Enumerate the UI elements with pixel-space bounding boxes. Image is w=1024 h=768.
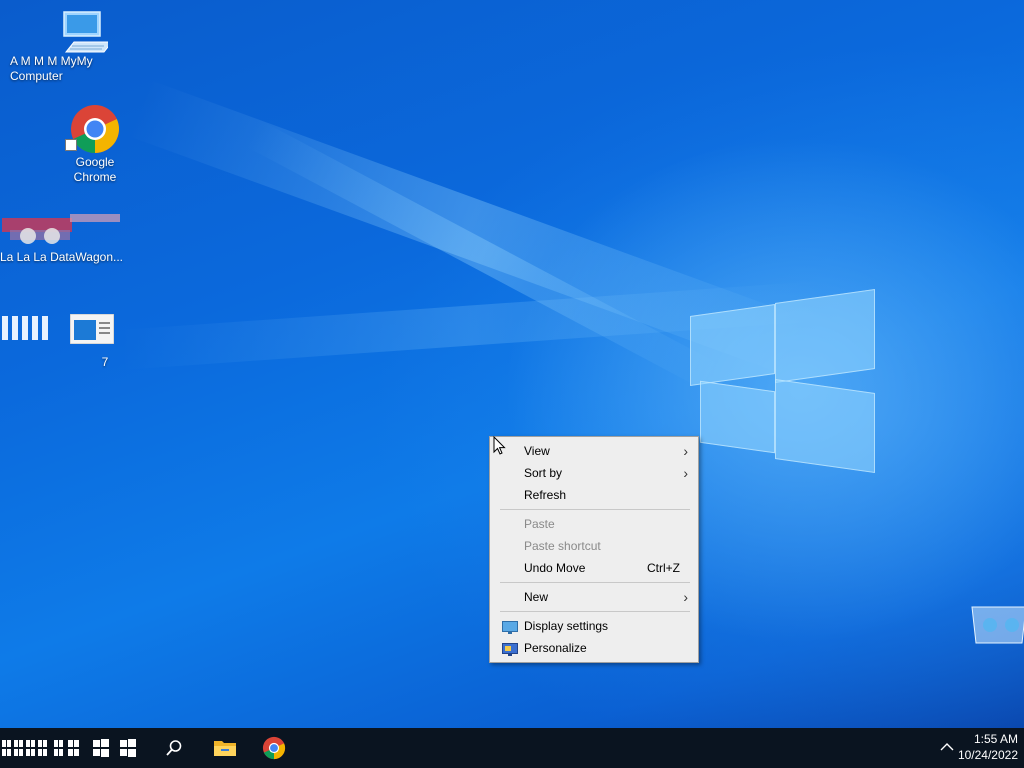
menu-item-view[interactable]: View ›	[490, 440, 698, 462]
icon-glyph-fragments	[0, 314, 56, 342]
icon-label: 7	[101, 355, 109, 369]
clock-time: 1:55 AM	[973, 732, 1018, 746]
icon-label-line1: Google	[75, 155, 115, 169]
monitor-icon	[502, 619, 518, 634]
recycle-bin-icon[interactable]	[966, 603, 1024, 645]
start-button[interactable]	[0, 728, 140, 768]
windows-logo	[680, 288, 910, 483]
taskbar: 1:55 AM 10/24/2022	[0, 728, 1024, 768]
menu-item-label: Undo Move	[524, 561, 586, 575]
personalize-icon	[502, 641, 518, 656]
menu-item-paste-shortcut: Paste shortcut	[490, 535, 698, 557]
chrome-icon	[65, 103, 121, 155]
shortcut-arrow-icon	[65, 139, 77, 151]
mouse-cursor-icon	[493, 435, 507, 456]
search-button[interactable]	[160, 728, 188, 768]
icon-label: DataWagon...	[50, 250, 123, 264]
search-icon	[166, 740, 182, 756]
chevron-right-icon: ›	[683, 465, 688, 481]
menu-item-label: Paste shortcut	[524, 539, 601, 553]
system-clock[interactable]: 1:55 AM 10/24/2022	[958, 731, 1018, 763]
chrome-taskbar-button[interactable]	[259, 728, 289, 768]
window-app-icon	[69, 313, 115, 345]
chevron-right-icon: ›	[683, 589, 688, 605]
menu-item-display-settings[interactable]: Display settings	[490, 615, 698, 637]
chrome-icon	[262, 736, 286, 760]
menu-separator	[500, 582, 690, 583]
desktop-context-menu: View › Sort by › Refresh Paste Paste sho…	[489, 436, 699, 663]
menu-item-shortcut: Ctrl+Z	[647, 561, 680, 575]
menu-item-paste: Paste	[490, 513, 698, 535]
menu-separator	[500, 611, 690, 612]
menu-item-refresh[interactable]: Refresh	[490, 484, 698, 506]
file-explorer-button[interactable]	[210, 728, 240, 768]
menu-separator	[500, 509, 690, 510]
menu-item-label: New	[524, 590, 549, 604]
menu-item-label: Refresh	[524, 488, 567, 502]
icon-label-prefix: La La La	[0, 250, 47, 264]
menu-item-label: Personalize	[524, 641, 587, 655]
menu-item-label: Sort by	[524, 466, 563, 480]
menu-item-label: Paste	[524, 517, 555, 531]
menu-item-undo-move[interactable]: Undo Move Ctrl+Z	[490, 557, 698, 579]
computer-icon	[42, 8, 114, 54]
desktop-icon-google-chrome[interactable]: Google Chrome	[45, 103, 145, 185]
file-explorer-icon	[214, 741, 236, 756]
menu-item-label: Display settings	[524, 619, 609, 633]
chevron-up-icon[interactable]	[940, 740, 954, 758]
desktop-icon-datawagon[interactable]: La La La DataWagon...	[0, 210, 135, 265]
datawagon-icon	[0, 210, 120, 250]
chevron-right-icon: ›	[683, 443, 688, 459]
menu-item-label: View	[524, 444, 550, 458]
icon-label-line2: Chrome	[73, 170, 117, 184]
menu-item-personalize[interactable]: Personalize	[490, 637, 698, 659]
start-icon	[2, 739, 136, 757]
clock-date: 10/24/2022	[957, 748, 1018, 762]
menu-item-sort-by[interactable]: Sort by ›	[490, 462, 698, 484]
desktop-icon-my-computer[interactable]: A M M M MyMy Computer	[10, 8, 140, 84]
desktop-background[interactable]: A M M M MyMy Computer Google Chrome La L…	[0, 0, 1024, 728]
icon-label-prefix: A M M M My	[10, 54, 77, 68]
menu-item-new[interactable]: New ›	[490, 586, 698, 608]
